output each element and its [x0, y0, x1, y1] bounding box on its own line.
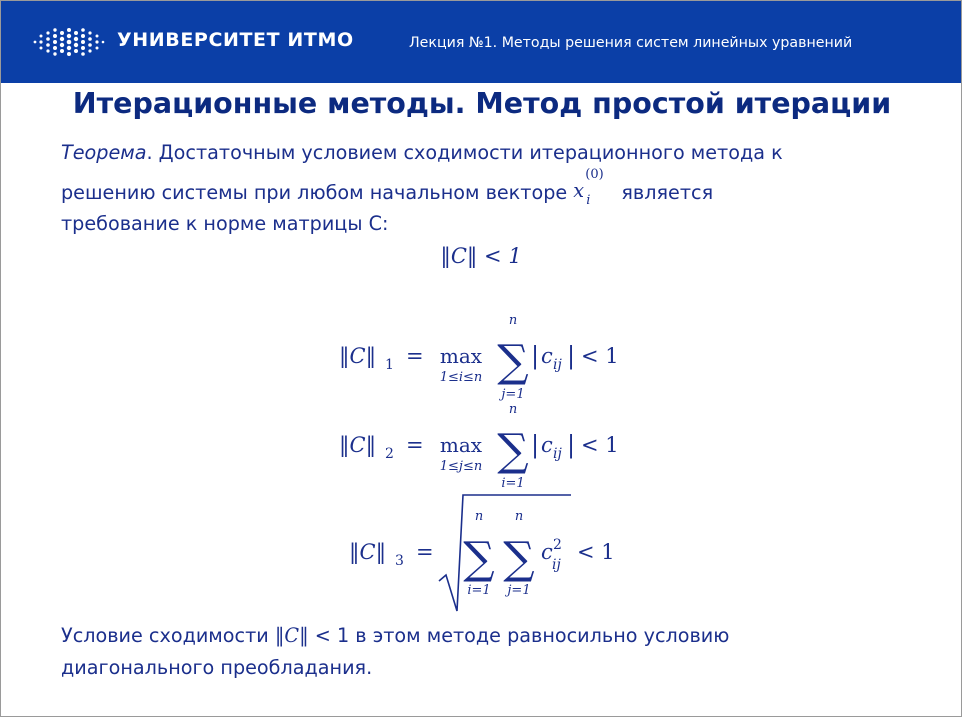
max-operator: max [440, 344, 483, 368]
conclusion-line-1-text: Условие сходимости [61, 624, 275, 647]
norm-2-sum-top: n [509, 402, 517, 417]
abs-bar-left: | [531, 431, 539, 460]
norm-2-max-condition: 1≤j≤n [440, 459, 482, 474]
norm-3-lhs: ‖C‖ [349, 540, 386, 565]
norm-2-subscript: 2 [385, 446, 394, 462]
norm-3-sum2-top: n [515, 509, 523, 524]
norm-1: ‖C‖ 1 = max 1≤i≤n n ∑ j=1 | c ij | < 1 [339, 313, 619, 402]
norm-3-term-subscript: ij [552, 557, 561, 573]
norm-1-max-condition: 1≤i≤n [440, 370, 483, 385]
norm-1-lhs: ‖C‖ [339, 344, 376, 369]
norm-1-sum-top: n [509, 313, 517, 328]
conclusion-line-1-end: < 1 в этом методе равносильно условию [308, 624, 730, 647]
element-c: c [541, 344, 553, 368]
norm-2-term-subscript: ij [553, 446, 562, 462]
conclusion-line-2: диагонального преобладания. [61, 656, 373, 679]
abs-bar-left: | [531, 342, 539, 371]
max-operator: max [440, 433, 483, 457]
norm-3-sum1-top: n [475, 509, 483, 524]
abs-bar-right: | [567, 431, 575, 460]
sum-symbol-icon: ∑ [497, 336, 528, 387]
equals-sign: = [416, 540, 434, 564]
norm-3-term-superscript: 2 [553, 537, 562, 553]
norm-1-term-subscript: ij [553, 357, 562, 373]
norm-3-sum1-bottom: i=1 [467, 583, 490, 598]
formulas: ‖C‖ < 1 ‖C‖ 1 = max 1≤i≤n n ∑ j=1 | c ij… [339, 244, 619, 612]
norm-3: ‖C‖ 3 = n ∑ i=1 n ∑ j=1 c 2 ij < 1 [349, 494, 615, 612]
slide: УНИВЕРСИТЕТ ИТМО Лекция №1. Методы решен… [0, 0, 962, 717]
norm-2-rhs: < 1 [581, 433, 619, 457]
abs-bar-right: | [567, 342, 575, 371]
main-condition: ‖C‖ < 1 [440, 244, 521, 269]
conclusion-line-1: Условие сходимости ‖C‖ < 1 в этом методе… [61, 624, 729, 647]
norm-3-subscript: 3 [395, 553, 404, 569]
norm-1-sum-bottom: j=1 [498, 387, 524, 402]
norm-2-sum-bottom: i=1 [501, 476, 524, 491]
element-c: c [541, 433, 553, 457]
sum-symbol-icon: ∑ [463, 533, 494, 584]
equals-sign: = [406, 344, 424, 368]
norm-1-subscript: 1 [385, 357, 394, 373]
norm-1-rhs: < 1 [581, 344, 619, 368]
sum-symbol-icon: ∑ [503, 533, 534, 584]
sum-symbol-icon: ∑ [497, 425, 528, 476]
conclusion-norm: ‖C‖ [274, 624, 309, 647]
equals-sign: = [406, 433, 424, 457]
norm-2: ‖C‖ 2 = max 1≤j≤n n ∑ i=1 | c ij | < 1 [339, 402, 619, 491]
norm-2-lhs: ‖C‖ [339, 433, 376, 458]
norm-3-sum2-bottom: j=1 [504, 583, 530, 598]
norm-3-rhs: < 1 [577, 540, 615, 564]
